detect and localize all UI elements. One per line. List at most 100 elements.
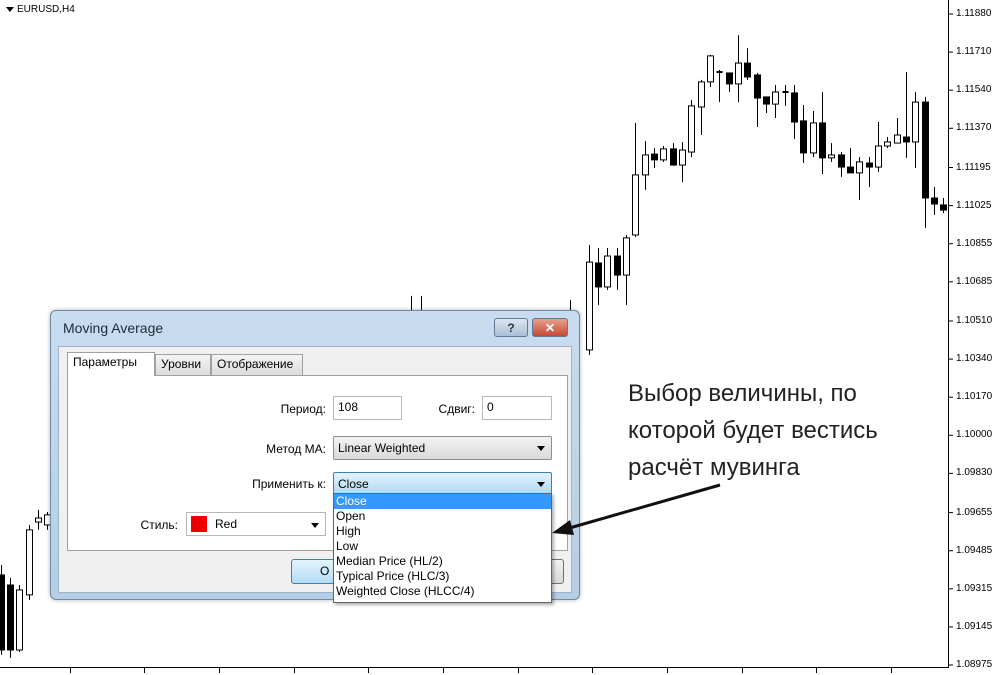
candle — [819, 91, 826, 175]
candle — [651, 148, 658, 168]
candle — [931, 187, 938, 216]
candle-body — [810, 122, 817, 154]
candle-body — [828, 154, 835, 159]
ma-method-label: Метод МА: — [266, 442, 326, 456]
dropdown-option[interactable]: Low — [334, 539, 551, 554]
candle-body — [754, 74, 761, 99]
candle-body — [819, 122, 826, 159]
dropdown-option[interactable]: Median Price (HL/2) — [334, 554, 551, 569]
candle-body — [35, 517, 42, 523]
candle — [754, 72, 761, 127]
candle-body — [632, 174, 639, 236]
style-label: Стиль: — [140, 518, 178, 532]
annotation-line: которой будет вестись — [628, 417, 878, 444]
candle — [726, 72, 733, 92]
candle — [586, 245, 593, 355]
candle — [884, 137, 891, 149]
candle — [782, 85, 789, 106]
close-button[interactable]: ✕ — [532, 318, 568, 337]
dropdown-option[interactable]: Close — [334, 494, 551, 509]
candle — [16, 584, 23, 653]
candle-body — [922, 101, 929, 199]
price-label: 1.08975 — [956, 659, 993, 670]
chevron-down-icon — [311, 523, 319, 528]
price-label: 1.09485 — [956, 544, 993, 556]
candle-body — [744, 62, 751, 78]
candle — [26, 524, 33, 601]
dropdown-option[interactable]: Weighted Close (HLCC/4) — [334, 584, 551, 599]
candle — [810, 111, 817, 157]
annotation-line: расчёт мувинга — [628, 454, 800, 481]
color-swatch — [191, 516, 207, 532]
style-color-select[interactable]: Red — [186, 512, 326, 536]
candle — [763, 96, 770, 114]
apply-to-label: Применить к: — [252, 477, 326, 491]
candle — [828, 143, 835, 162]
candle — [866, 156, 873, 188]
dropdown-option[interactable]: Typical Price (HLC/3) — [334, 569, 551, 584]
ma-method-select[interactable]: Linear Weighted — [333, 436, 552, 460]
candle-body — [800, 120, 807, 154]
chart-symbol-label[interactable]: EURUSD,H4 — [6, 4, 75, 15]
candle-body — [856, 161, 863, 174]
candle — [707, 55, 714, 88]
candle-body — [735, 62, 742, 85]
price-label: 1.10685 — [956, 275, 993, 287]
candle-body — [595, 262, 602, 288]
candle-body — [670, 148, 677, 166]
price-label: 1.10170 — [956, 391, 993, 403]
candle-body — [931, 197, 938, 205]
candle — [698, 79, 705, 136]
candle-body — [688, 105, 695, 153]
candle — [903, 72, 910, 158]
candle-body — [912, 101, 919, 143]
candle-body — [838, 154, 845, 168]
style-color-value: Red — [215, 517, 238, 531]
price-label: 1.10510 — [956, 315, 993, 326]
price-label: 1.11710 — [956, 46, 992, 58]
candle-body — [772, 91, 779, 105]
candle-body — [642, 154, 649, 176]
dropdown-option[interactable]: Open — [334, 509, 551, 524]
candle — [735, 35, 742, 103]
tab-display[interactable]: Отображение — [211, 354, 303, 375]
candle-body — [698, 81, 705, 108]
dialog-title: Moving Average — [63, 320, 164, 336]
candle-body — [940, 204, 947, 211]
candle — [894, 117, 901, 144]
period-input[interactable]: 108 — [333, 396, 402, 420]
candle-body — [0, 574, 5, 651]
candle — [670, 143, 677, 166]
candle — [856, 156, 863, 200]
candle-body — [16, 589, 23, 651]
period-label: Период: — [280, 402, 326, 416]
candle-body — [614, 255, 621, 276]
help-button[interactable]: ? — [494, 318, 528, 337]
candle-body — [875, 145, 882, 168]
candle-body — [791, 92, 798, 123]
ok-label: O — [320, 564, 330, 578]
candle — [800, 104, 807, 164]
annotation-text: Выбор величины, по которой будет вестись… — [628, 375, 878, 486]
tab-levels[interactable]: Уровни — [155, 354, 211, 375]
candle — [716, 70, 723, 103]
shift-input[interactable]: 0 — [482, 396, 552, 420]
candle — [922, 96, 929, 229]
tab-parameters[interactable]: Параметры — [67, 352, 155, 376]
candle — [35, 509, 42, 530]
candle-body — [866, 162, 873, 168]
price-label: 1.10855 — [956, 237, 993, 249]
candle — [7, 578, 14, 658]
candle — [623, 234, 630, 305]
price-label: 1.09145 — [956, 620, 993, 632]
price-label: 1.09655 — [956, 506, 993, 518]
candle — [912, 91, 919, 168]
price-label: 1.11540 — [956, 84, 992, 96]
candle — [642, 141, 649, 190]
apply-to-dropdown-list[interactable]: Close Open High Low Median Price (HL/2) Typic… — [333, 493, 552, 603]
candle — [688, 100, 695, 157]
dropdown-option[interactable]: High — [334, 524, 551, 539]
price-label: 1.10000 — [956, 429, 993, 441]
candle-body — [763, 96, 770, 105]
price-label: 1.11880 — [956, 8, 992, 19]
